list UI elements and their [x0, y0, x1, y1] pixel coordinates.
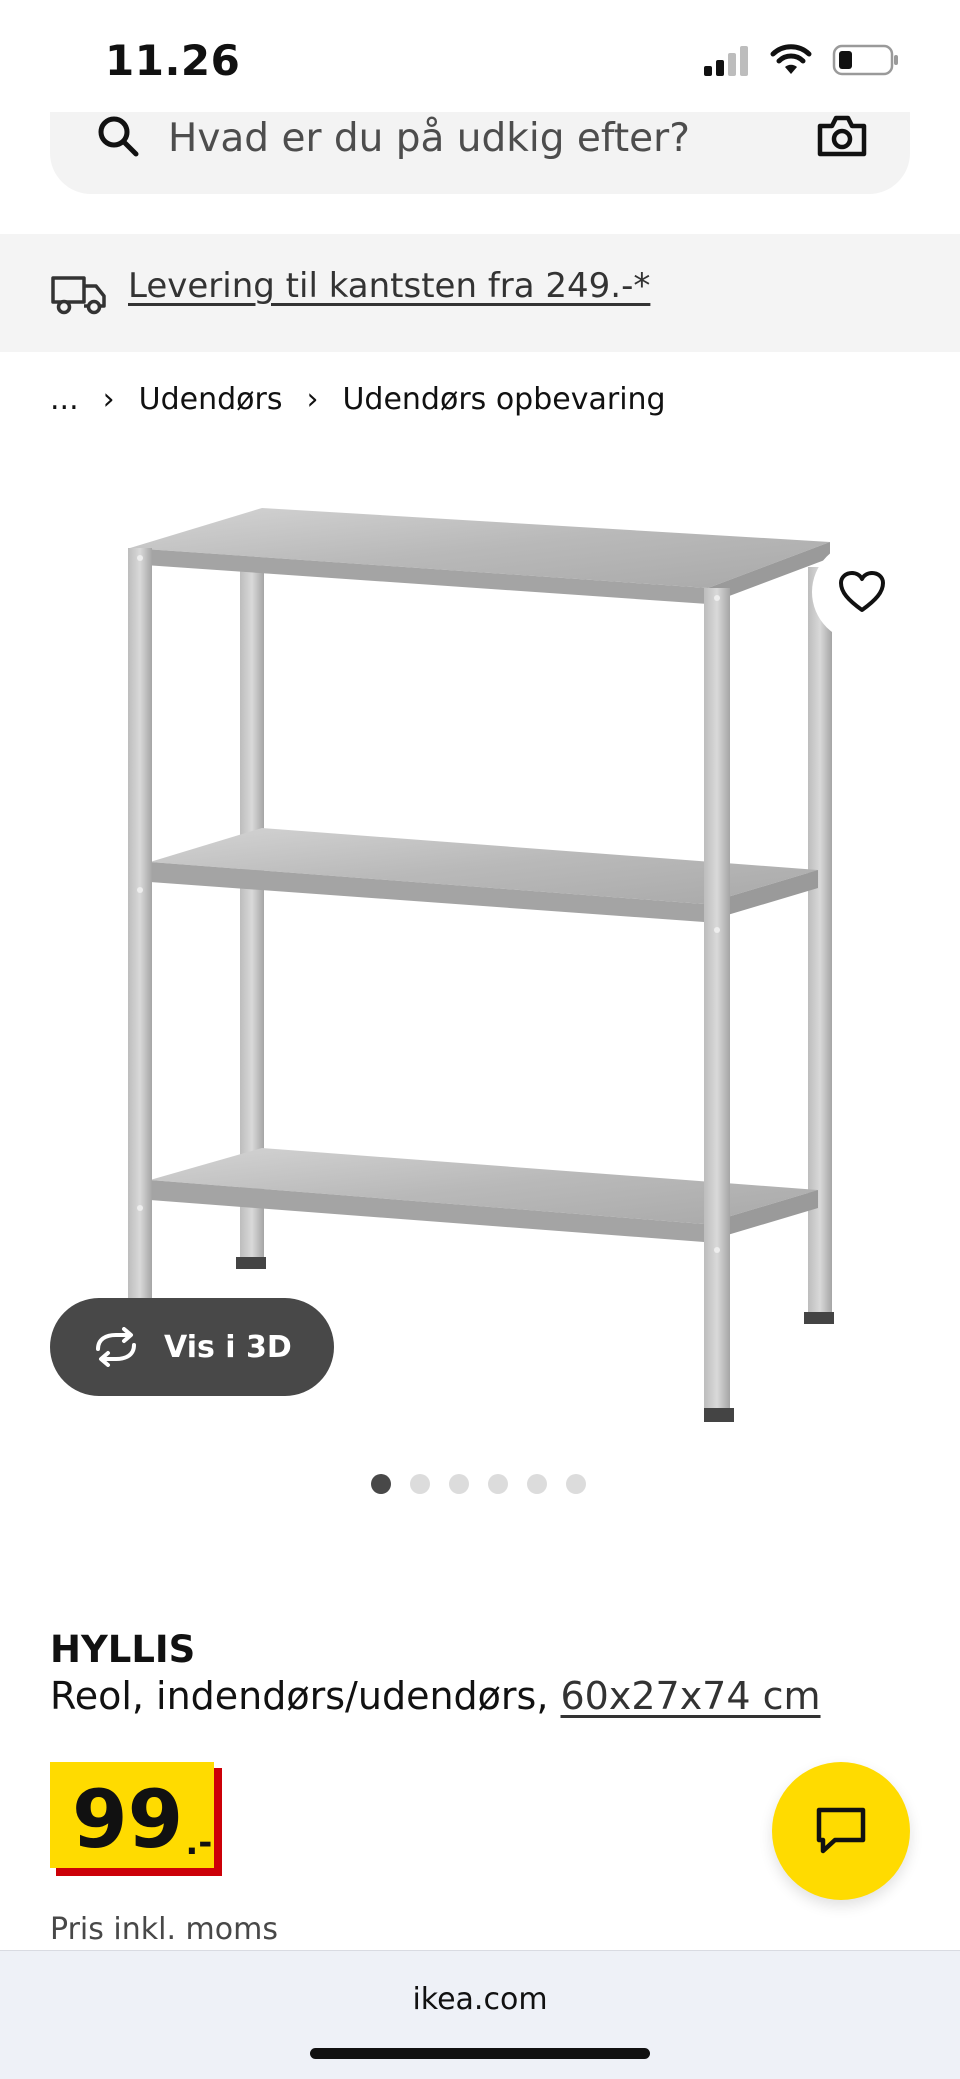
view-3d-button[interactable]: Vis i 3D [50, 1298, 334, 1396]
home-indicator[interactable] [310, 2048, 650, 2059]
favorite-button[interactable] [812, 542, 912, 642]
breadcrumb-separator: › [102, 382, 115, 417]
camera-icon[interactable] [816, 112, 868, 160]
breadcrumb-separator: › [306, 382, 319, 417]
status-icons [702, 44, 900, 76]
search-input[interactable]: Hvad er du på udkig efter? [168, 116, 690, 161]
gallery-dot[interactable] [488, 1474, 508, 1494]
browser-url[interactable]: ikea.com [0, 1982, 960, 2017]
search-icon[interactable] [94, 112, 144, 162]
product-size-link[interactable]: 60x27x74 cm [561, 1674, 821, 1718]
view-3d-label: Vis i 3D [164, 1329, 292, 1365]
product-description-text: Reol, indendørs/udendørs, [50, 1674, 549, 1718]
breadcrumb-item-udendors[interactable]: Udendørs [139, 382, 283, 417]
product-description: Reol, indendørs/udendørs, 60x27x74 cm [50, 1674, 821, 1718]
cellular-signal-icon [704, 46, 748, 76]
breadcrumb-item-udendors-opbevaring[interactable]: Udendørs opbevaring [342, 382, 665, 417]
gallery-dot[interactable] [449, 1474, 469, 1494]
chat-button[interactable] [772, 1762, 910, 1900]
price-suffix: .- [185, 1823, 213, 1863]
breadcrumb-ellipsis[interactable]: ... [50, 382, 79, 417]
gallery-dot[interactable] [566, 1474, 586, 1494]
gallery-pagination [371, 1474, 586, 1494]
delivery-link[interactable]: Levering til kantsten fra 249.-* [128, 266, 650, 306]
wifi-icon [770, 44, 812, 74]
gallery-dot[interactable] [371, 1474, 391, 1494]
status-time: 11.26 [105, 36, 241, 85]
product-image[interactable] [110, 492, 850, 1434]
heart-icon [839, 571, 885, 612]
price-note: Pris inkl. moms [50, 1912, 278, 1947]
breadcrumb: ... › Udendørs › Udendørs opbevaring [50, 382, 666, 417]
price-value: 99 [72, 1773, 184, 1866]
truck-icon [51, 276, 106, 315]
chat-icon [816, 1807, 866, 1854]
price-tag: 99 .- [50, 1762, 214, 1868]
gallery-dot[interactable] [527, 1474, 547, 1494]
product-name: HYLLIS [50, 1628, 196, 1671]
rotate-3d-icon [96, 1327, 136, 1367]
gallery-dot[interactable] [410, 1474, 430, 1494]
battery-icon [832, 44, 898, 76]
